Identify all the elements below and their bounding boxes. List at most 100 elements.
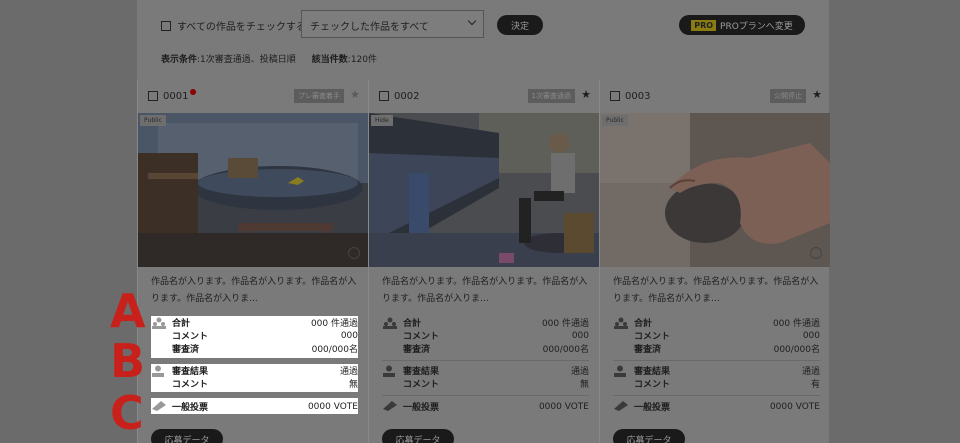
result-value: 通過: [801, 367, 820, 377]
reviewed-value: 000/000名: [311, 345, 358, 355]
filter-value: :1次審査通過、投稿日順: [197, 55, 296, 65]
bulk-action-value: チェックした作品をすべて: [310, 22, 429, 33]
vote-value: 0000 VOTE: [307, 401, 358, 412]
annotation-letter-c: C: [110, 386, 144, 440]
work-description: 作品名が入ります。作品名が入ります。作品名が入ります。作品名が入りま...: [613, 277, 819, 304]
result-value: 通過: [339, 367, 358, 377]
work-id: 0002: [394, 90, 420, 102]
result-comment-label: コメント: [403, 380, 440, 390]
result-label: 審査結果: [172, 367, 209, 377]
status-badge: 1次審査通過: [527, 89, 575, 103]
visibility-badge: Hide: [371, 115, 393, 126]
work-thumbnail[interactable]: Public: [600, 113, 830, 267]
comment-label: コメント: [634, 332, 671, 342]
visibility-badge: Public: [602, 115, 628, 126]
comment-value: 000: [802, 330, 820, 341]
card-header: 0002 1次審査通過 ★: [379, 88, 591, 104]
total-label: 合計: [634, 319, 653, 329]
total-group: 合計 000 件通過 コメント 000 審査済 000/000名: [382, 316, 589, 358]
total-label: 合計: [403, 319, 422, 329]
divider: [613, 395, 820, 396]
comment-label: コメント: [172, 332, 209, 342]
vote-value: 0000 VOTE: [538, 401, 589, 412]
ballot-icon: [614, 401, 628, 411]
total-value: 000 件通過: [772, 319, 820, 329]
star-icon[interactable]: ★: [581, 88, 591, 101]
reviewed-value: 000/000名: [773, 345, 820, 355]
zoom-icon[interactable]: [348, 247, 360, 259]
vote-group: 一般投票 0000 VOTE: [613, 398, 820, 414]
pro-tag: PRO: [691, 19, 717, 31]
chevron-down-icon: [467, 16, 477, 26]
comment-value: 000: [571, 330, 589, 341]
result-comment-label: コメント: [634, 380, 671, 390]
vote-value: 0000 VOTE: [769, 401, 820, 412]
vote-group: 一般投票 0000 VOTE: [382, 398, 589, 414]
users-icon: [152, 317, 166, 329]
status-badge: プレ審査着手: [294, 89, 344, 103]
result-group: 審査結果 通過 コメント 有: [613, 364, 820, 392]
users-icon: [383, 317, 397, 329]
work-card[interactable]: 0001 プレ審査着手 ★ Public 作品名が入ります。作品名が入ります。作…: [137, 80, 368, 443]
check-all[interactable]: すべての作品をチェックする: [161, 18, 306, 33]
result-comment-value: 有: [810, 380, 820, 390]
total-group: 合計 000 件通過 コメント 000 審査済 000/000名: [613, 316, 820, 358]
vote-label: 一般投票: [403, 403, 440, 413]
pro-upgrade-button[interactable]: PRO PROプランへ変更: [679, 15, 805, 35]
divider: [613, 360, 820, 361]
filter-conditions: 表示条件:1次審査通過、投稿日順 該当件数:120件: [161, 52, 377, 65]
result-comment-value: 無: [579, 380, 589, 390]
ballot-icon: [383, 401, 397, 411]
work-description: 作品名が入ります。作品名が入ります。作品名が入ります。作品名が入りま...: [151, 277, 357, 304]
total-group: 合計 000 件通過 コメント 000 審査済 000/000名: [151, 316, 358, 358]
user-icon: [383, 365, 395, 377]
count-label: 該当件数: [311, 55, 348, 65]
user-icon: [152, 365, 164, 377]
star-icon[interactable]: ★: [350, 88, 360, 101]
vote-group: 一般投票 0000 VOTE: [151, 398, 358, 414]
user-icon: [614, 365, 626, 377]
result-label: 審査結果: [403, 367, 440, 377]
work-card[interactable]: 0003 公開停止 ★ Public 作品名が入ります。作品名が入ります。作品名…: [599, 80, 830, 443]
comment-label: コメント: [403, 332, 440, 342]
check-all-checkbox[interactable]: [161, 20, 171, 31]
annotation-letter-b: B: [110, 334, 146, 388]
card-checkbox[interactable]: [610, 91, 620, 101]
zoom-icon[interactable]: [810, 247, 822, 259]
new-dot-icon: [190, 89, 197, 95]
decide-button[interactable]: 決定: [497, 15, 543, 35]
work-thumbnail[interactable]: Public: [138, 113, 368, 267]
annotation-letter-a: A: [110, 284, 146, 338]
divider: [382, 395, 589, 396]
application-data-button[interactable]: 応募データ: [151, 429, 223, 443]
result-label: 審査結果: [634, 367, 671, 377]
reviewed-label: 審査済: [172, 345, 200, 355]
result-comment-value: 無: [348, 380, 358, 390]
result-group: 審査結果 通過 コメント 無: [151, 364, 358, 392]
bulk-action-select[interactable]: チェックした作品をすべて: [301, 10, 484, 38]
vote-label: 一般投票: [634, 403, 671, 413]
work-thumbnail[interactable]: Hide: [369, 113, 599, 267]
toolbar: すべての作品をチェックする チェックした作品をすべて 決定 PRO PROプラン…: [137, 0, 829, 76]
works-panel: すべての作品をチェックする チェックした作品をすべて 決定 PRO PROプラン…: [137, 0, 830, 443]
check-all-label: すべての作品をチェックする: [177, 22, 306, 33]
comment-value: 000: [340, 330, 358, 341]
card-checkbox[interactable]: [148, 91, 158, 101]
factory-photo: [369, 113, 599, 267]
vote-label: 一般投票: [172, 403, 209, 413]
visibility-badge: Public: [140, 115, 166, 126]
ballot-icon: [152, 401, 166, 411]
total-value: 000 件通過: [541, 319, 589, 329]
application-data-button[interactable]: 応募データ: [613, 429, 685, 443]
result-group: 審査結果 通過 コメント 無: [382, 364, 589, 392]
work-card[interactable]: 0002 1次審査通過 ★ Hide 作品名が入ります。作品名が入ります。作品名…: [368, 80, 599, 443]
application-data-button[interactable]: 応募データ: [382, 429, 454, 443]
reviewed-value: 000/000名: [542, 345, 589, 355]
work-id: 0001: [163, 90, 189, 102]
card-checkbox[interactable]: [379, 91, 389, 101]
aquarium-photo: [138, 113, 368, 267]
filter-label: 表示条件: [161, 55, 198, 65]
clay-hand-photo: [600, 113, 830, 267]
total-value: 000 件通過: [310, 319, 358, 329]
star-icon[interactable]: ★: [812, 88, 822, 101]
